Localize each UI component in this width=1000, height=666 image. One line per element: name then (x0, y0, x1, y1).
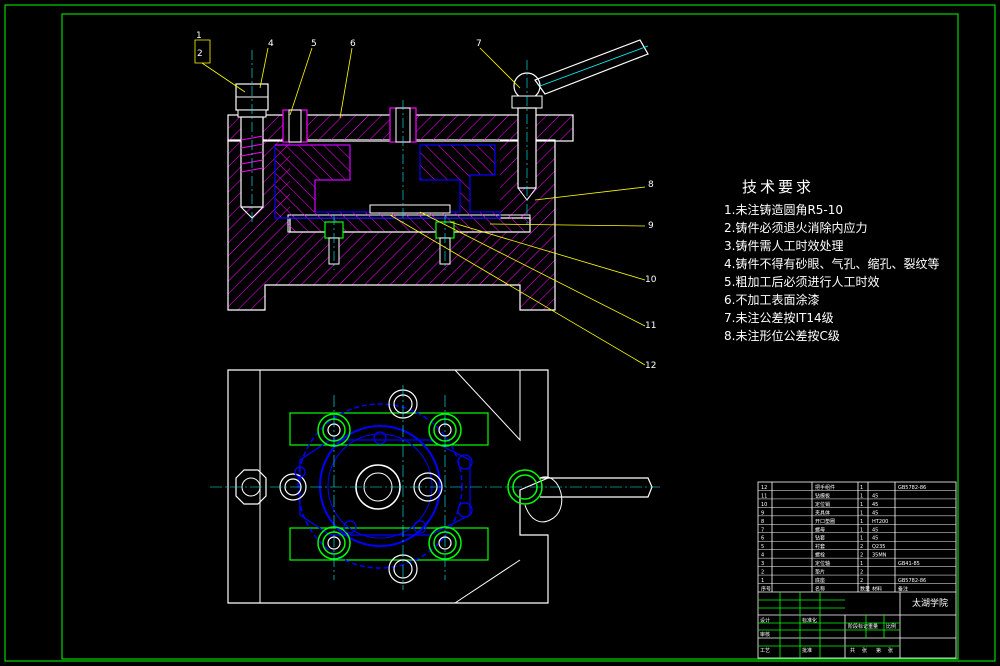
sheet-label: 张 (862, 647, 867, 654)
requirement-item: 6.不加工表面涂漆 (724, 293, 820, 307)
clamp-bar-bottom (289, 527, 489, 561)
bom-cell: 定位销 (815, 501, 830, 508)
bill-of-materials: 12 把手组件 1 GB5782-8611 钻模板 1 4510 定位销 1 459 夹具体 1 458… (758, 484, 956, 593)
bom-cell: 3 (761, 561, 764, 567)
sign-label: 批准 (802, 647, 812, 654)
bom-cell: 螺母 (815, 526, 825, 533)
bom-header-cell: 序号 (761, 586, 771, 593)
bom-header-cell: 备注 (898, 586, 908, 593)
bom-cell: 把手组件 (815, 484, 835, 491)
top-view (210, 369, 660, 604)
requirement-item: 8.未注形位公差按C级 (724, 329, 840, 343)
bom-cell: 45 (872, 527, 878, 533)
bom-cell: 2 (860, 553, 863, 559)
callout-label: 10 (645, 275, 657, 285)
bom-cell: GB41-85 (898, 561, 920, 567)
bom-cell: 2 (860, 570, 863, 576)
requirement-item: 1.未注铸造圆角R5-10 (724, 203, 844, 217)
bom-cell: 钻套 (815, 535, 825, 542)
callout-label: 11 (645, 321, 656, 331)
title-block (757, 481, 957, 659)
bom-cell: 2 (860, 544, 863, 550)
bom-cell: 1 (860, 561, 863, 567)
bom-cell: 12 (761, 485, 767, 491)
cad-drawing: 1 2 4 5 6 7 8 9 10 11 12 12 把手组件 1 GB578… (4, 4, 996, 662)
bom-cell: 10 (761, 502, 767, 508)
bom-cell: 1 (860, 536, 863, 542)
bom-cell: 6 (761, 536, 764, 542)
callout-label: 2 (197, 49, 203, 59)
bom-cell: 7 (761, 527, 764, 533)
bom-cell: 1 (761, 578, 764, 584)
bom-cell: 9 (761, 510, 764, 516)
bom-cell: GB5782-86 (898, 485, 926, 491)
bom-cell: 底座 (815, 577, 825, 584)
bom-cell: HT200 (872, 519, 888, 525)
sheet-label: 张 (888, 647, 893, 654)
bom-cell: 5 (761, 544, 764, 550)
requirement-item: 4.铸件不得有砂眼、气孔、缩孔、裂纹等 (724, 257, 940, 271)
bom-cell: 垫片 (815, 569, 825, 576)
sign-label: 标准化 (802, 617, 817, 624)
sheet-label: 第 (876, 647, 881, 654)
outer-frame (4, 4, 996, 662)
sign-label: 设计 (760, 617, 770, 624)
bom-cell: 1 (860, 485, 863, 491)
front-section-view (227, 39, 649, 311)
bom-cell: 1 (860, 510, 863, 516)
sheet-label: 共 (850, 647, 855, 654)
requirement-item: 2.铸件必须退火消除内应力 (724, 221, 868, 235)
bom-cell: 2 (761, 570, 764, 576)
bom-cell: 夹具体 (815, 509, 830, 516)
callout-label: 4 (268, 39, 274, 49)
requirement-item: 7.未注公差按IT14级 (724, 311, 834, 325)
bom-header-cell: 材料 (872, 586, 882, 593)
bom-header-cell: 数量 (860, 586, 870, 593)
bom-cell: 定位轴 (815, 560, 830, 567)
bom-cell: 1 (860, 519, 863, 525)
requirement-item: 5.粗加工后必须进行人工时效 (724, 275, 880, 289)
stage-label: 重量 (868, 623, 878, 630)
callout-label: 1 (196, 31, 202, 41)
callout-label: 5 (311, 39, 317, 49)
sign-label: 工艺 (760, 648, 770, 654)
bom-cell: 衬套 (815, 543, 825, 550)
bom-cell: 1 (860, 527, 863, 533)
bom-cell: 开口垫圈 (815, 518, 835, 525)
requirement-item: 3.铸件需人工时效处理 (724, 239, 844, 253)
bom-cell: 45 (872, 536, 878, 542)
bom-cell: 45 (872, 493, 878, 499)
bom-cell: 45 (872, 502, 878, 508)
bom-cell: 钻模板 (815, 492, 830, 499)
title-block-labels: 太湖学院 设计 审核 工艺 标准化 批准 阶段标记 重量 比例 共 张 第 张 (760, 597, 948, 654)
callout-label: 9 (648, 221, 654, 231)
bom-cell: Q235 (872, 544, 885, 550)
callout-label: 12 (645, 361, 656, 371)
bom-cell: 2 (860, 578, 863, 584)
stage-label: 阶段标记 (848, 623, 868, 630)
bom-cell: 1 (860, 493, 863, 499)
school-name: 太湖学院 (912, 597, 948, 609)
sign-label: 审核 (760, 631, 770, 638)
bushing-left (282, 109, 308, 143)
bom-cell: 螺栓 (815, 552, 825, 559)
bom-cell: 35MN (872, 553, 887, 559)
bom-cell: 11 (761, 493, 767, 499)
callout-label: 7 (476, 39, 482, 49)
requirements-title: 技术要求 (742, 178, 815, 196)
bom-cell: 1 (860, 502, 863, 508)
bom-cell: 8 (761, 519, 764, 525)
handle-rod (540, 477, 653, 498)
bom-cell: GB5782-86 (898, 578, 926, 584)
bom-cell: 4 (761, 553, 764, 559)
callout-label: 6 (350, 39, 356, 49)
bom-header-cell: 名称 (815, 586, 825, 593)
callout-label: 8 (648, 180, 654, 190)
bom-cell: 45 (872, 510, 878, 516)
stage-label: 比例 (886, 623, 896, 630)
